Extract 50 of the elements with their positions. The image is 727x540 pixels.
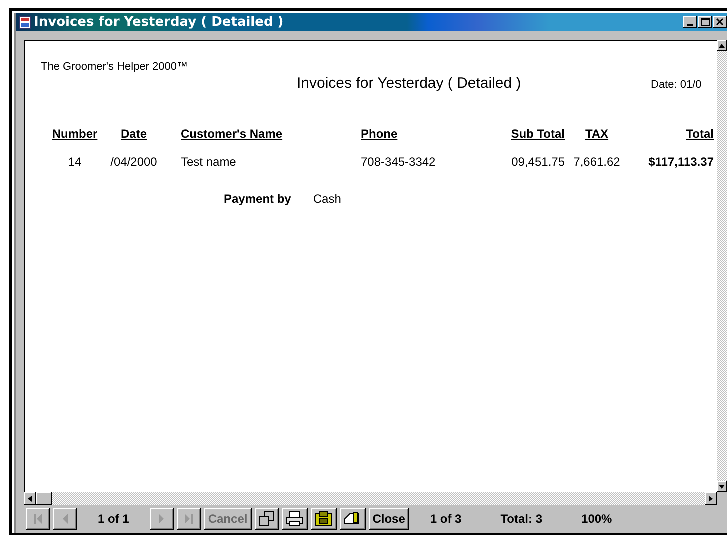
table-cell-text: 09,451.75	[510, 155, 565, 169]
horizontal-scrollbar[interactable]	[24, 492, 727, 505]
payment-method: Cash	[313, 192, 342, 206]
close-report-button[interactable]: Close	[368, 508, 410, 530]
close-icon	[716, 18, 724, 26]
window-title: Invoices for Yesterday ( Detailed )	[34, 14, 285, 30]
table-cell-text: 14	[67, 155, 83, 169]
up-arrow-icon[interactable]	[719, 44, 725, 48]
table-cell-text: Test name	[181, 155, 238, 169]
last-page-icon	[184, 513, 194, 525]
export-button[interactable]	[310, 508, 337, 530]
close-button[interactable]	[713, 16, 727, 28]
maximize-icon	[700, 18, 710, 26]
page-counter: 1 of 3	[429, 512, 463, 526]
right-arrow-icon[interactable]	[709, 496, 713, 502]
pages-icon	[258, 511, 275, 527]
column-header: Total	[685, 127, 714, 141]
printer-icon	[286, 511, 304, 527]
page-counter: 1 of 1	[97, 512, 130, 526]
mail-button[interactable]	[340, 508, 366, 530]
scroll-thumb[interactable]	[36, 492, 52, 505]
report-icon	[19, 16, 31, 28]
column-header: Date	[120, 127, 148, 141]
maximize-button[interactable]	[698, 16, 712, 28]
table-cell-text: 708-345-3342	[361, 155, 437, 169]
minimize-button[interactable]	[683, 16, 697, 28]
next-icon	[158, 513, 166, 525]
print-button[interactable]	[282, 508, 308, 530]
column-header: Customer's Name	[181, 127, 284, 141]
zoom-level: 100%	[580, 512, 614, 526]
report-title: Invoices for Yesterday ( Detailed )	[297, 75, 522, 92]
company-name: The Groomer's Helper 2000™	[41, 61, 188, 73]
column-header: Sub Total	[510, 127, 565, 141]
record-total: Total: 3	[500, 512, 544, 526]
vertical-scrollbar[interactable]	[717, 40, 727, 492]
left-arrow-icon[interactable]	[28, 496, 32, 502]
first-page-icon	[33, 513, 43, 525]
column-header: Phone	[361, 127, 399, 141]
report-date: Date: 01/0	[651, 79, 702, 91]
table-cell-text: $117,113.37	[648, 155, 714, 169]
column-header: TAX	[584, 127, 610, 141]
table-cell-text: 7,661.62	[572, 155, 622, 169]
table-cell-text: /04/2000	[110, 155, 158, 169]
column-header: Number	[51, 127, 99, 141]
previous-icon	[61, 513, 69, 525]
zoom-button[interactable]	[254, 508, 279, 530]
payment-label: Payment by	[224, 192, 292, 206]
mailbox-icon	[344, 511, 362, 527]
folder-icon	[314, 511, 333, 527]
down-arrow-icon[interactable]	[719, 484, 725, 488]
